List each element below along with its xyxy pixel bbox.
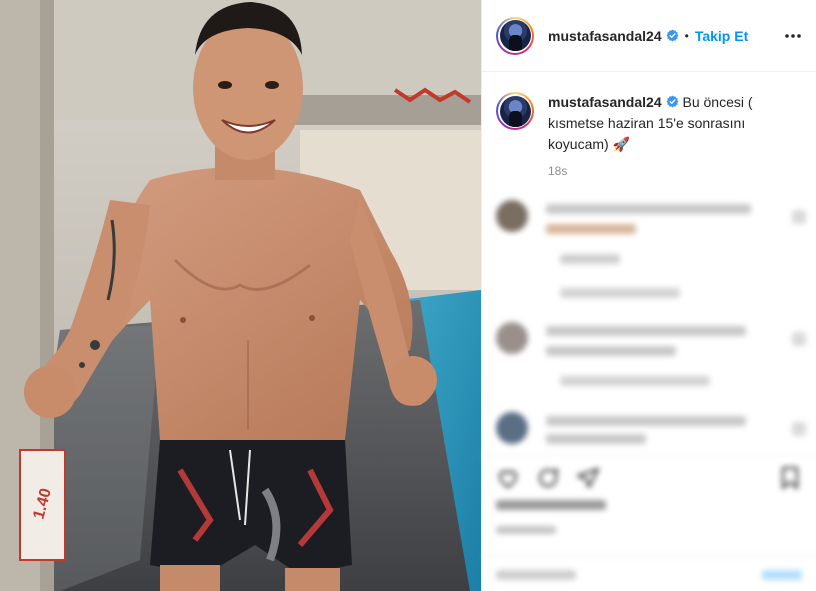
post-panel: mustafasandal24 • Takip Et mustafasandal…: [481, 0, 816, 591]
post-photo-image: 1.40: [0, 0, 481, 591]
commenter-avatar[interactable]: [496, 200, 528, 232]
heart-icon[interactable]: [496, 466, 520, 490]
comment-like-icon[interactable]: [792, 422, 806, 436]
post-header: mustafasandal24 • Takip Et: [482, 0, 816, 72]
share-icon[interactable]: [576, 466, 600, 490]
commenter-avatar[interactable]: [496, 412, 528, 444]
comment-item[interactable]: [496, 200, 806, 310]
bookmark-icon[interactable]: [778, 466, 802, 490]
commenter-avatar[interactable]: [496, 322, 528, 354]
verified-badge-icon: [666, 95, 679, 108]
post-photo[interactable]: 1.40: [0, 0, 481, 591]
caption: mustafasandal24 Bu öncesi ( kısmetse haz…: [496, 92, 806, 155]
follow-button[interactable]: Takip Et: [695, 28, 748, 44]
verified-badge-icon: [666, 29, 679, 42]
author-avatar[interactable]: [496, 16, 534, 55]
action-bar: [482, 455, 816, 591]
author-username[interactable]: mustafasandal24: [548, 28, 662, 44]
post-date: [496, 526, 556, 534]
comment-icon[interactable]: [536, 466, 560, 490]
comment-item[interactable]: [496, 322, 806, 392]
comment-item[interactable]: [496, 412, 806, 452]
caption-avatar[interactable]: [496, 92, 534, 130]
likes-count[interactable]: [496, 500, 606, 510]
caption-time: 18s: [548, 164, 568, 178]
more-horizontal-icon[interactable]: [783, 26, 803, 46]
add-comment-bar[interactable]: [482, 555, 816, 591]
header-separator: •: [684, 28, 689, 43]
comment-like-icon[interactable]: [792, 210, 806, 224]
caption-username[interactable]: mustafasandal24: [548, 94, 662, 110]
comment-like-icon[interactable]: [792, 332, 806, 346]
